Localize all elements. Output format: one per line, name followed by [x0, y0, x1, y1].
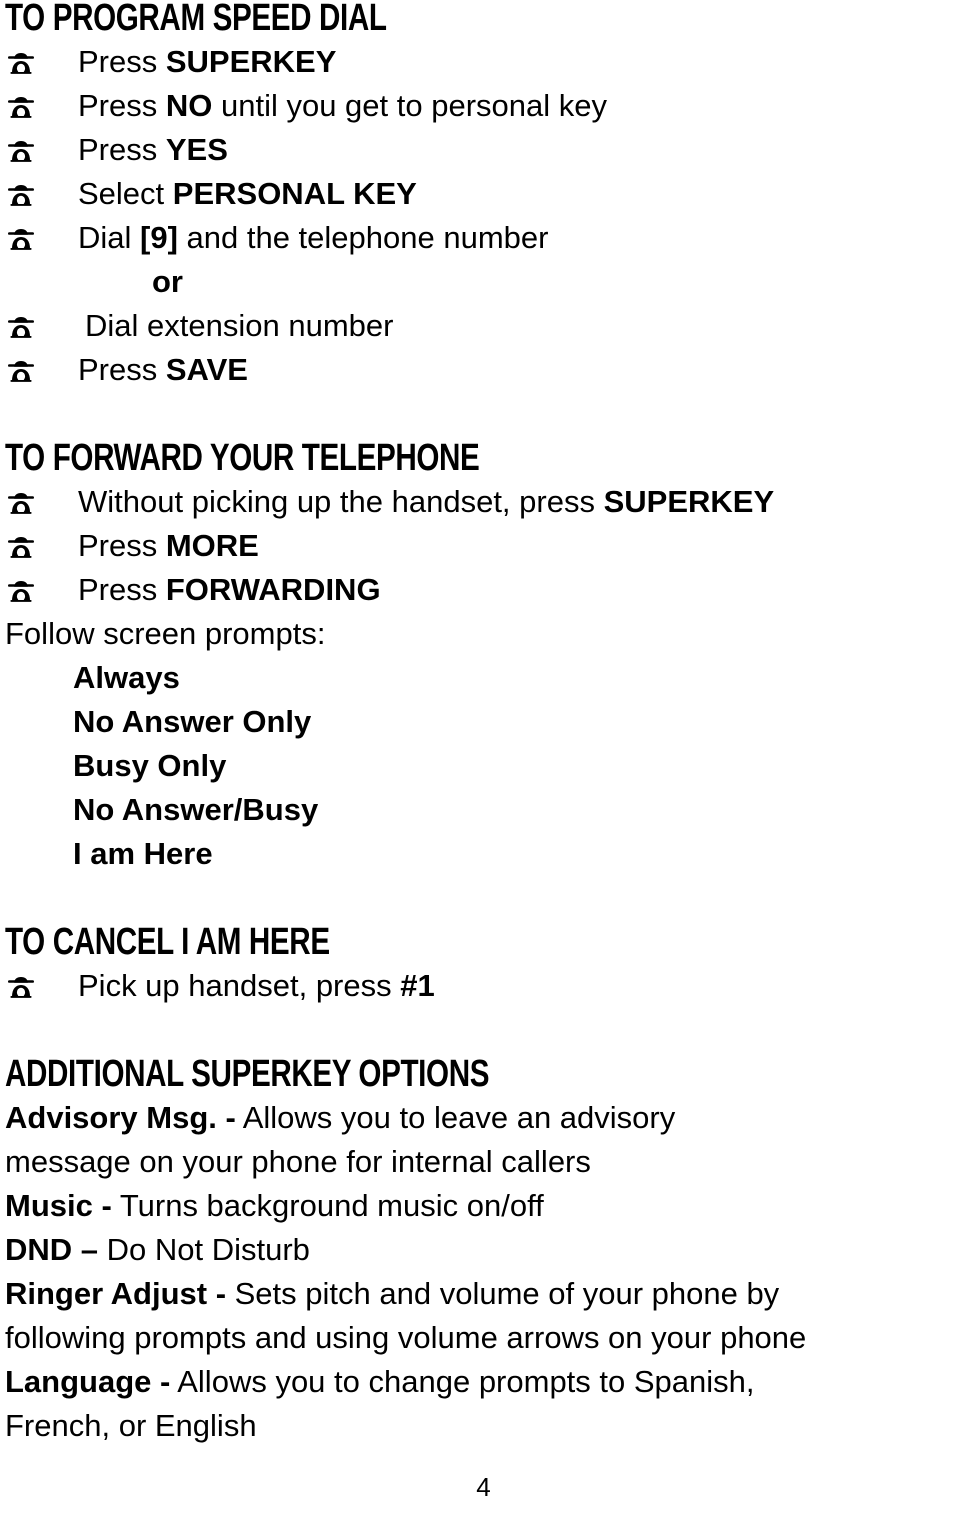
key-label: NO — [165, 88, 213, 123]
instruction-bullet-row: Press SUPERKEY — [5, 40, 967, 84]
document-page: TO PROGRAM SPEED DIAL Press SUPERKEY Press… — [0, 0, 967, 1513]
instruction-text: Select PERSONAL KEY — [78, 172, 417, 216]
instruction-text: Press FORWARDING — [78, 568, 381, 612]
option-name: Music - — [5, 1188, 112, 1223]
option-definition-line: Ringer Adjust - Sets pitch and volume of… — [5, 1272, 967, 1316]
option-definition-line: DND – Do Not Disturb — [5, 1228, 967, 1272]
instruction-bullet-row: Select PERSONAL KEY — [5, 172, 967, 216]
key-label: PERSONAL KEY — [172, 176, 417, 211]
option-description: Turns background music on/off — [111, 1188, 544, 1223]
instruction-bullet-row: Press NO until you get to personal key — [5, 84, 967, 128]
instruction-text: Press NO until you get to personal key — [78, 84, 607, 128]
instruction-text: Dial [9] and the telephone number — [78, 216, 548, 260]
telephone-icon — [5, 526, 78, 570]
telephone-icon — [5, 218, 78, 262]
telephone-icon — [5, 42, 78, 86]
instruction-prefix: Without picking up the handset, press — [78, 484, 604, 519]
or-separator: or — [152, 264, 183, 299]
body-text-line: message on your phone for internal calle… — [5, 1144, 591, 1179]
option-name: Advisory Msg. - — [5, 1100, 236, 1135]
key-label: #1 — [400, 968, 435, 1003]
instruction-bullet-row: Press SAVE — [5, 348, 967, 392]
instruction-text: Pick up handset, press #1 — [78, 964, 435, 1008]
body-text-line: French, or English — [5, 1408, 257, 1443]
instruction-prefix: Press — [78, 88, 166, 123]
option-definition-line: Music - Turns background music on/off — [5, 1184, 967, 1228]
instruction-text: Press YES — [78, 128, 228, 172]
forwarding-option: Busy Only — [73, 748, 227, 783]
telephone-icon — [5, 570, 78, 614]
instruction-bullet-row: Pick up handset, press #1 — [5, 964, 967, 1008]
telephone-icon — [5, 350, 78, 394]
key-label: YES — [165, 132, 228, 167]
option-definition-line: Language - Allows you to change prompts … — [5, 1360, 967, 1404]
telephone-icon — [5, 86, 78, 130]
telephone-icon — [5, 482, 78, 526]
option-definition-line: Advisory Msg. - Allows you to leave an a… — [5, 1096, 967, 1140]
instruction-bullet-row: Dial extension number — [5, 304, 967, 348]
instruction-prefix: Select — [78, 176, 173, 211]
option-description: Do Not Disturb — [98, 1232, 310, 1267]
telephone-icon — [5, 174, 78, 218]
instruction-text: Press SUPERKEY — [78, 40, 336, 84]
body-text-line: Follow screen prompts: — [5, 616, 326, 651]
option-name: Ringer Adjust - — [5, 1276, 227, 1311]
key-label: SUPERKEY — [603, 484, 775, 519]
telephone-icon — [5, 306, 78, 350]
instruction-prefix: Dial extension number — [85, 308, 394, 343]
instruction-bullet-row: Without picking up the handset, press SU… — [5, 480, 967, 524]
telephone-icon — [5, 130, 78, 174]
instruction-prefix: Dial — [78, 220, 141, 255]
instruction-text: Dial extension number — [78, 304, 393, 348]
option-description: Allows you to change prompts to Spanish, — [170, 1364, 755, 1399]
key-label: FORWARDING — [165, 572, 381, 607]
forwarding-option: No Answer Only — [73, 704, 312, 739]
instruction-prefix: Press — [78, 528, 166, 563]
instruction-prefix: Press — [78, 572, 166, 607]
option-name: DND – — [5, 1232, 99, 1267]
instruction-text: Press SAVE — [78, 348, 248, 392]
option-description: Sets pitch and volume of your phone by — [226, 1276, 780, 1311]
forwarding-option: I am Here — [73, 836, 213, 871]
page-number: 4 — [476, 1472, 491, 1502]
forwarding-option: Always — [73, 660, 180, 695]
instruction-bullet-row: Press FORWARDING — [5, 568, 967, 612]
section-heading: TO PROGRAM SPEED DIAL — [5, 0, 387, 39]
option-name: Language - — [5, 1364, 171, 1399]
instruction-bullet-row: Dial [9] and the telephone number — [5, 216, 967, 260]
instruction-prefix: Press — [78, 352, 166, 387]
forwarding-option: No Answer/Busy — [73, 792, 319, 827]
key-label: SUPERKEY — [165, 44, 337, 79]
instruction-prefix: Press — [78, 132, 166, 167]
section-heading: TO FORWARD YOUR TELEPHONE — [5, 437, 480, 479]
sections-container: TO PROGRAM SPEED DIAL Press SUPERKEY Press… — [5, 0, 967, 1448]
instruction-bullet-row: Press MORE — [5, 524, 967, 568]
section-heading: TO CANCEL I AM HERE — [5, 921, 330, 963]
instruction-prefix: Pick up handset, press — [78, 968, 401, 1003]
key-label: MORE — [165, 528, 259, 563]
instruction-bullet-row: Press YES — [5, 128, 967, 172]
key-label: SAVE — [165, 352, 248, 387]
telephone-icon — [5, 966, 78, 1010]
instruction-text: Press MORE — [78, 524, 259, 568]
instruction-suffix: and the telephone number — [177, 220, 549, 255]
instruction-prefix: Press — [78, 44, 166, 79]
instruction-text: Without picking up the handset, press SU… — [78, 480, 774, 524]
section-heading: ADDITIONAL SUPERKEY OPTIONS — [5, 1053, 490, 1095]
body-text-line: following prompts and using volume arrow… — [5, 1320, 807, 1355]
key-label: [9] — [140, 220, 178, 255]
instruction-suffix: until you get to personal key — [212, 88, 607, 123]
option-description: Allows you to leave an advisory — [235, 1100, 676, 1135]
